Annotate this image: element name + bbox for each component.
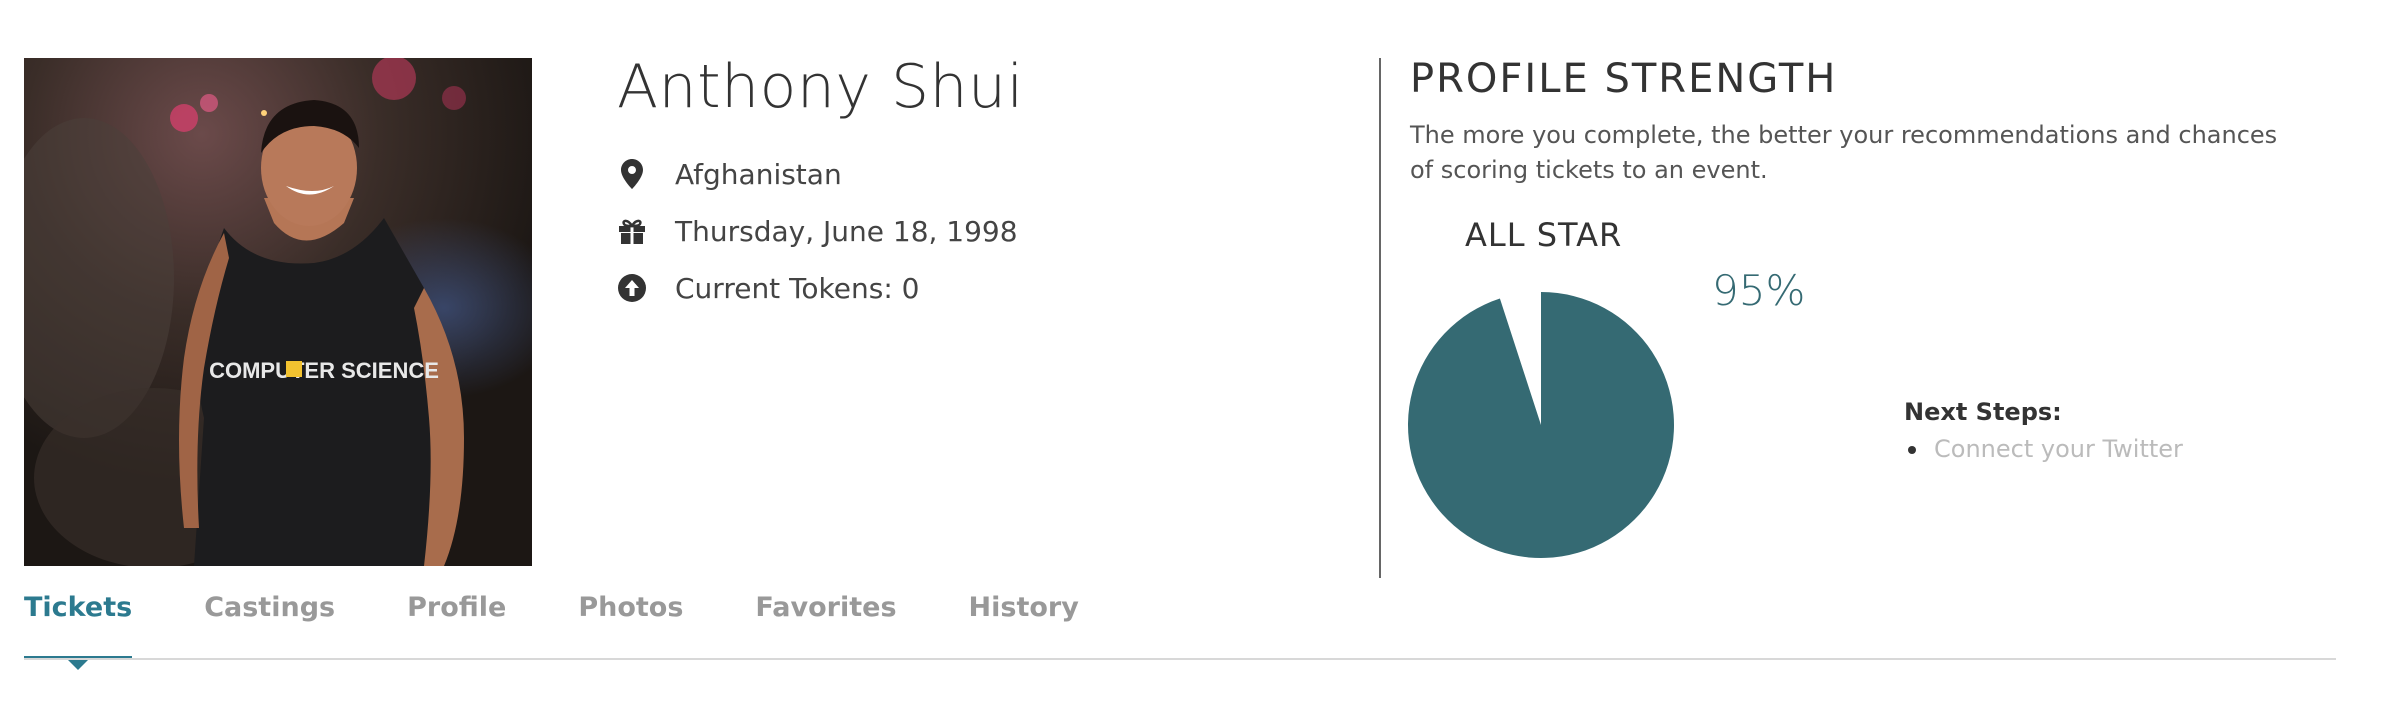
profile-level: ALL STAR [1465,216,1623,254]
tab-label: Photos [578,592,684,623]
pie-filled-slice [1408,292,1674,558]
map-pin-icon [617,159,647,189]
tab-history[interactable]: History [969,580,1079,660]
tab-photos[interactable]: Photos [578,580,683,660]
shirt-text: COMPUTER SCIENCE [209,358,439,383]
profile-strength-pie [1408,292,1674,558]
birthday-text: Thursday, June 18, 1998 [675,214,1018,248]
tab-tickets[interactable]: Tickets [24,580,133,670]
tab-label: Profile [407,592,507,623]
next-steps: Next Steps: Connect your Twitter [1904,398,2183,466]
next-steps-list: Connect your Twitter [1904,432,2183,466]
tokens-row: Current Tokens: 0 [617,268,919,308]
tab-castings[interactable]: Castings [204,580,335,660]
tab-label: Tickets [24,592,133,623]
arrow-up-circle-icon [617,273,647,303]
tab-label: Favorites [755,592,897,623]
section-divider [1379,58,1381,578]
birthday-row: Thursday, June 18, 1998 [617,211,1018,251]
profile-name: Anthony Shui [617,52,1024,122]
next-steps-title: Next Steps: [1904,398,2062,426]
profile-percent: 95% [1712,266,1806,315]
tab-profile[interactable]: Profile [407,580,506,660]
profile-tabs: Tickets Castings Profile Photos Favorite… [24,580,1151,670]
tab-label: History [968,592,1079,623]
profile-strength-title: PROFILE STRENGTH [1410,56,1838,102]
next-step-item[interactable]: Connect your Twitter [1904,432,2183,466]
tabs-baseline [24,658,2336,660]
location-text: Afghanistan [675,157,842,191]
active-tab-caret [68,660,89,670]
gift-icon [617,216,647,246]
profile-photo: COMPUTER SCIENCE [24,58,532,566]
tokens-text: Current Tokens: 0 [675,271,920,305]
tab-favorites[interactable]: Favorites [755,580,896,660]
tab-label: Castings [204,592,336,623]
location-row: Afghanistan [617,154,842,194]
profile-strength-description: The more you complete, the better your r… [1410,121,2278,184]
